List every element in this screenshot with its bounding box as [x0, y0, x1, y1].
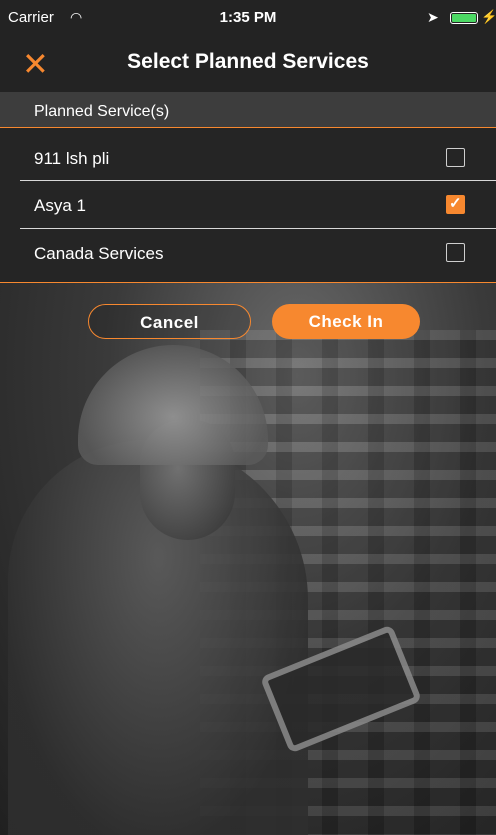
section-title: Planned Service(s) [34, 103, 170, 120]
section-header: Planned Service(s) [0, 92, 496, 128]
battery-icon [450, 12, 478, 24]
checkbox-checked-icon[interactable]: ✓ [446, 195, 465, 214]
service-row-asya[interactable]: Asya 1 ✓ [0, 181, 496, 229]
service-label: 911 lsh pli [34, 149, 110, 168]
cancel-button[interactable]: Cancel [88, 304, 251, 339]
service-row-canada[interactable]: Canada Services [0, 229, 496, 277]
check-icon: ✓ [449, 195, 462, 212]
planned-services-list: Planned Service(s) 911 lsh pli Asya 1 ✓ … [0, 92, 496, 283]
status-bar: Carrier ◠ 1:35 PM ➤ ⚡ [0, 0, 496, 36]
check-in-button[interactable]: Check In [272, 304, 420, 339]
location-arrow-icon: ➤ [427, 9, 439, 25]
status-time: 1:35 PM [219, 9, 277, 26]
service-label: Asya 1 [34, 196, 86, 215]
charging-icon: ⚡ [481, 9, 496, 24]
service-row-911[interactable]: 911 lsh pli [0, 134, 496, 182]
checkbox-unchecked-icon[interactable] [446, 148, 465, 167]
navigation-bar: ✕ Select Planned Services [0, 36, 496, 92]
checkbox-unchecked-icon[interactable] [446, 243, 465, 262]
service-label: Canada Services [34, 244, 164, 263]
page-title: Select Planned Services [127, 50, 369, 73]
